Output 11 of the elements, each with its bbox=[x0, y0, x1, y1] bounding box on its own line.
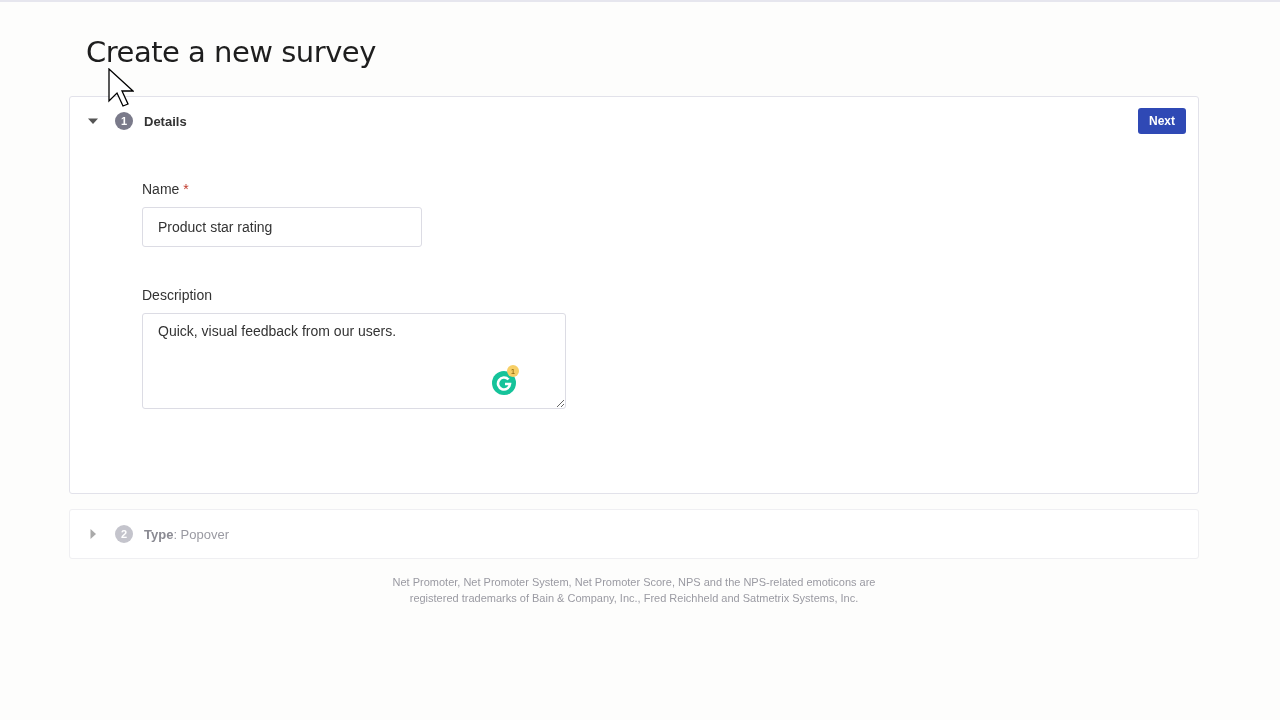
step-title[interactable]: Details bbox=[144, 113, 187, 129]
step-number: 1 bbox=[115, 112, 133, 130]
grammar-icon[interactable] bbox=[492, 371, 516, 395]
step-number: 2 bbox=[115, 525, 133, 543]
next-button[interactable]: Next bbox=[1138, 108, 1186, 134]
field-label: Description bbox=[142, 287, 214, 303]
field-label: Name * bbox=[142, 181, 190, 197]
name-input[interactable]: Product star rating bbox=[142, 207, 422, 247]
page-title: Create a new survey bbox=[86, 35, 377, 69]
caret-icon[interactable] bbox=[88, 116, 98, 126]
trademark-note: Net Promoter, Net Promoter System, Net Promoter Score, NPS and the NPS-related emoticons are registered trademarks of Bain & Company, Inc., Fred Reichheld and Satmetrix Systems, Inc. bbox=[391, 575, 877, 606]
